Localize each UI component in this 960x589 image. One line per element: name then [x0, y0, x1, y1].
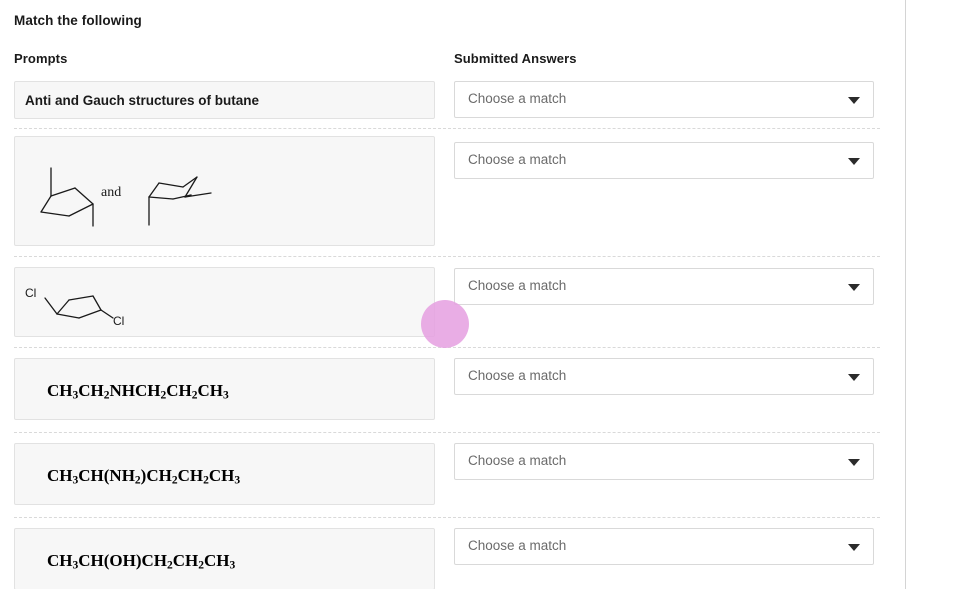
page-root: Match the following Prompts Submitted An…: [0, 0, 960, 589]
answer-select-label: Choose a match: [468, 453, 567, 468]
column-header-prompts: Prompts: [14, 51, 68, 66]
row-separator: [14, 517, 880, 518]
prompt-box: CH3CH(NH2)CH2CH2CH3: [14, 443, 435, 505]
row-separator: [14, 128, 880, 129]
chevron-down-icon: [848, 544, 860, 551]
prompt-box: CH3CH(OH)CH2CH2CH3: [14, 528, 435, 589]
chemical-formula: CH3CH(NH2)CH2CH2CH3: [47, 466, 241, 487]
dichloro-chair-structure: Cl Cl: [23, 282, 133, 330]
answer-select[interactable]: Choose a match: [454, 443, 874, 480]
answer-select[interactable]: Choose a match: [454, 142, 874, 179]
row-separator: [14, 432, 880, 433]
prompt-box: Cl Cl: [14, 267, 435, 337]
answer-select[interactable]: Choose a match: [454, 81, 874, 118]
answer-select[interactable]: Choose a match: [454, 268, 874, 305]
match-question-panel: Match the following Prompts Submitted An…: [0, 0, 905, 589]
chemical-formula: CH3CH(OH)CH2CH2CH3: [47, 551, 236, 572]
chevron-down-icon: [848, 284, 860, 291]
prompt-box: and: [14, 136, 435, 246]
row-separator: [14, 256, 880, 257]
chemical-formula: CH3CH2NHCH2CH2CH3: [47, 381, 229, 402]
butane-anti-conformer-structure: [31, 162, 103, 230]
answer-select-label: Choose a match: [468, 91, 567, 106]
conjunction-and: and: [101, 185, 122, 200]
chevron-down-icon: [848, 459, 860, 466]
svg-text:Cl: Cl: [25, 286, 36, 300]
answer-select-label: Choose a match: [468, 368, 567, 383]
column-header-submitted-answers: Submitted Answers: [454, 51, 577, 66]
page-title: Match the following: [14, 13, 142, 28]
prompt-box: CH3CH2NHCH2CH2CH3: [14, 358, 435, 420]
butane-gauche-conformer-structure: [139, 165, 219, 229]
chevron-down-icon: [848, 158, 860, 165]
answer-select[interactable]: Choose a match: [454, 358, 874, 395]
answer-select-label: Choose a match: [468, 538, 567, 553]
answer-select[interactable]: Choose a match: [454, 528, 874, 565]
chevron-down-icon: [848, 97, 860, 104]
svg-text:Cl: Cl: [113, 314, 124, 328]
row-separator: [14, 347, 880, 348]
prompt-box: Anti and Gauch structures of butane: [14, 81, 435, 119]
page-divider: [905, 0, 906, 589]
prompt-text: Anti and Gauch structures of butane: [25, 93, 260, 108]
answer-select-label: Choose a match: [468, 152, 567, 167]
answer-select-label: Choose a match: [468, 278, 567, 293]
chevron-down-icon: [848, 374, 860, 381]
